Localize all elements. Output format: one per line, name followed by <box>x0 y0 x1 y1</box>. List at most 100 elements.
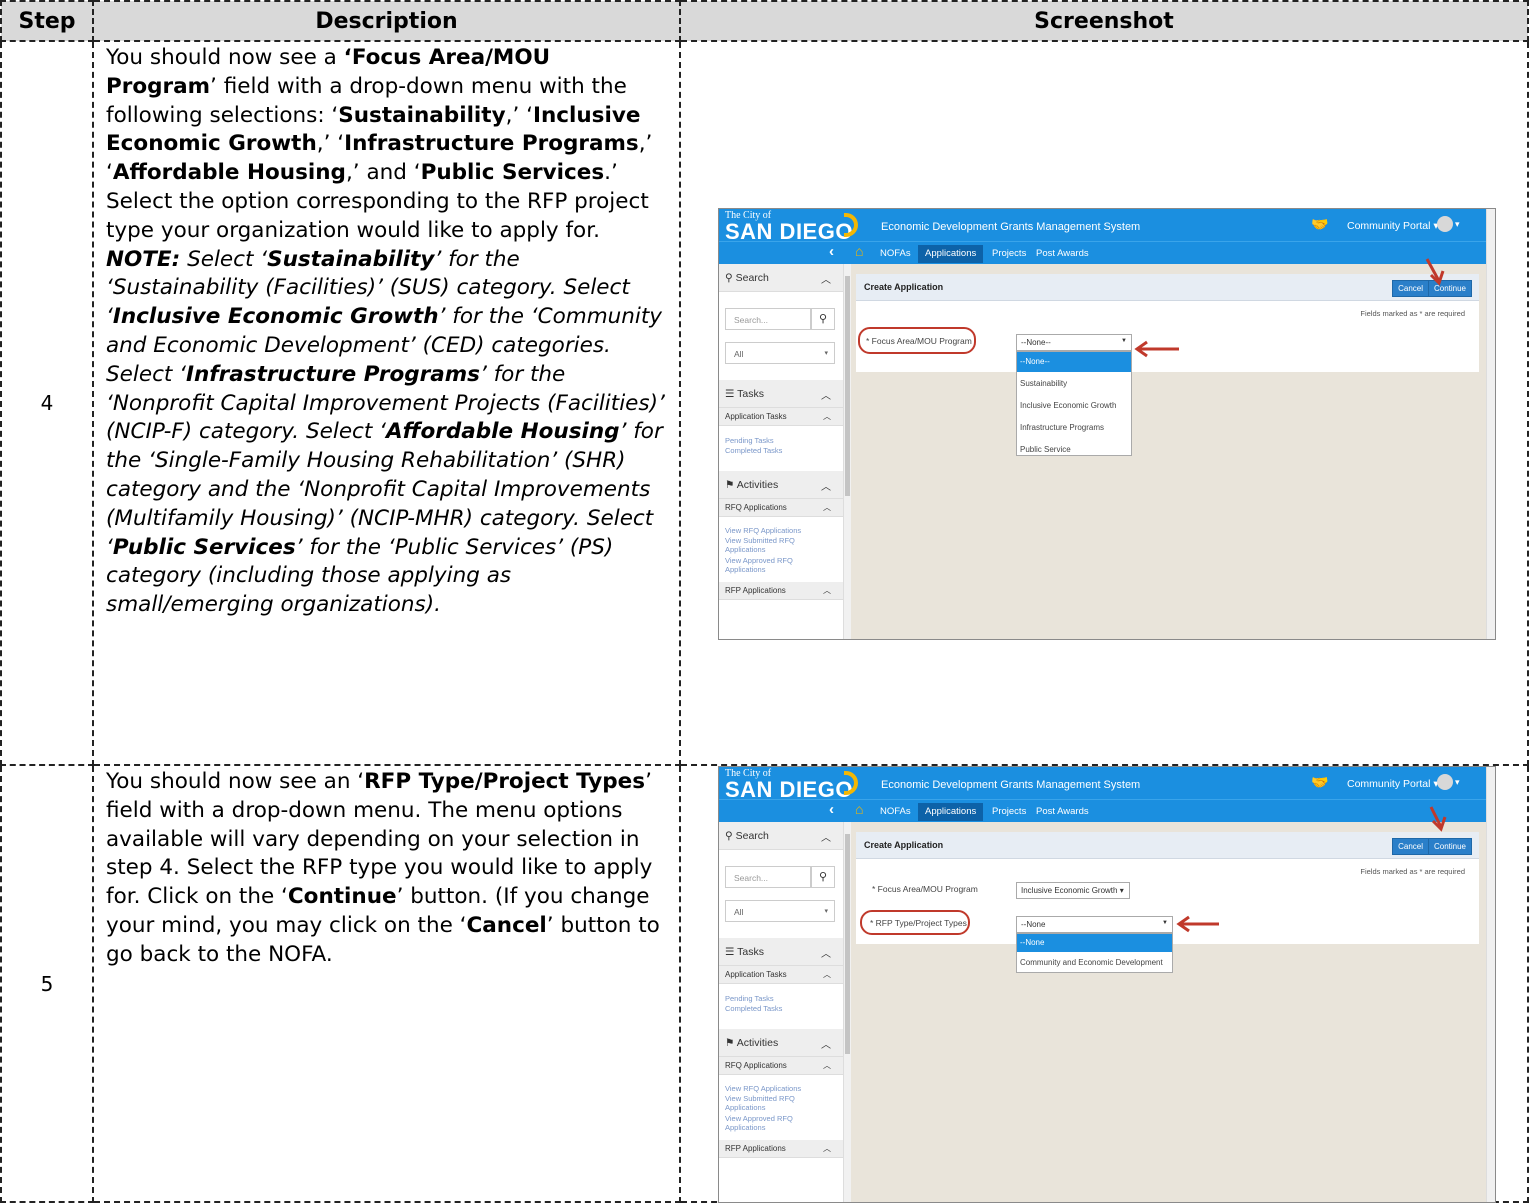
screenshot-cell: The City of SAN DIEGO Economic Developme… <box>679 764 1529 1203</box>
sidebar-link-view-rfq[interactable]: View RFQ Applications <box>725 526 801 535</box>
required-note: Fields marked as * are required <box>1360 867 1465 876</box>
rfp-type-select[interactable]: --None ▼ <box>1016 916 1173 933</box>
focus-area-select[interactable]: --None-- ▼ <box>1016 334 1132 351</box>
sidebar-tasks-header[interactable]: ☰ Tasks ︿ <box>719 380 843 408</box>
cancel-button[interactable]: Cancel <box>1392 280 1429 297</box>
cancel-button[interactable]: Cancel <box>1392 838 1429 855</box>
step-description: You should now see an ‘RFP Type/Project … <box>92 764 681 1203</box>
sidebar-link-pending[interactable]: Pending Tasks <box>725 994 774 1003</box>
panel-title: Create Application <box>864 282 944 292</box>
logo-sun-icon <box>844 213 858 237</box>
tab-applications[interactable]: Applications <box>918 245 984 263</box>
back-chevron-icon[interactable]: ‹ <box>829 243 834 260</box>
sidebar: ⚲ Search ︿ Search... ⚲ All ▾ ☰ Tasks ︿ Appl… <box>719 822 843 1202</box>
community-portal-menu[interactable]: Community Portal ▾ <box>1347 220 1439 232</box>
search-icon[interactable]: ⚲ <box>811 308 835 330</box>
sidebar-link-completed[interactable]: Completed Tasks <box>725 1004 782 1013</box>
home-icon[interactable]: ⌂ <box>855 801 863 817</box>
back-chevron-icon[interactable]: ‹ <box>829 801 834 818</box>
user-caret-icon[interactable]: ▾ <box>1455 777 1460 788</box>
create-application-panel: Create Application Cancel Continue Field… <box>856 274 1479 372</box>
user-avatar-icon[interactable] <box>1437 774 1453 790</box>
app-screenshot: The City of SAN DIEGO Economic Developme… <box>718 766 1496 1203</box>
required-note: Fields marked as * are required <box>1360 309 1465 318</box>
sidebar-app-tasks[interactable]: Application Tasks ︿ <box>719 408 843 426</box>
sidebar-scrollbar[interactable] <box>843 822 851 1202</box>
sidebar-scrollbar[interactable] <box>843 264 851 639</box>
tab-post-awards[interactable]: Post Awards <box>1029 803 1096 821</box>
sidebar-link-completed[interactable]: Completed Tasks <box>725 446 782 455</box>
sidebar-link-view-submitted[interactable]: View Submitted RFQ Applications <box>725 536 815 554</box>
main-content: Create Application Cancel Continue Field… <box>851 264 1487 639</box>
focus-area-select[interactable]: Inclusive Economic Growth ▾ <box>1016 882 1130 899</box>
dropdown-option[interactable]: Community and Economic Development <box>1017 954 1172 972</box>
instruction-document: Step Description Screenshot 4 You should… <box>0 0 1529 1203</box>
dropdown-option[interactable]: Inclusive Economic Growth <box>1017 396 1131 416</box>
sidebar-search-input[interactable]: Search... <box>725 866 811 888</box>
table-header-row: Step Description Screenshot <box>0 0 1529 42</box>
sidebar-rfq-applications[interactable]: RFQ Applications ︿ <box>719 499 843 517</box>
focus-area-dropdown: --None-- Sustainability Inclusive Econom… <box>1016 351 1132 456</box>
app-header: The City of SAN DIEGO Economic Developme… <box>719 209 1495 244</box>
sidebar-filter-select[interactable]: All ▾ <box>725 342 835 364</box>
sidebar-activities-header[interactable]: ⚑ Activities ︿ <box>719 1029 843 1057</box>
rfp-type-dropdown: --None Community and Economic Developmen… <box>1016 933 1173 973</box>
sidebar-rfq-applications[interactable]: RFQ Applications ︿ <box>719 1057 843 1075</box>
table-row-step-5: 5 You should now see an ‘RFP Type/Projec… <box>0 764 1529 1203</box>
sidebar-link-view-approved[interactable]: View Approved RFQ Applications <box>725 556 815 574</box>
sidebar-search-header[interactable]: ⚲ Search ︿ <box>719 822 843 850</box>
sidebar: ⚲ Search ︿ Search... ⚲ All ▾ ☰ Tasks ︿ Appl… <box>719 264 843 639</box>
sidebar-activities-header[interactable]: ⚑ Activities ︿ <box>719 471 843 499</box>
app-header: The City of SAN DIEGO Economic Developme… <box>719 767 1495 802</box>
table-row-step-4: 4 You should now see a ‘Focus Area/MOU P… <box>0 40 1529 766</box>
dropdown-option[interactable]: --None <box>1017 934 1172 952</box>
app-scrollbar[interactable] <box>1486 767 1495 1202</box>
sidebar-rfp-applications[interactable]: RFP Applications ︿ <box>719 1140 843 1158</box>
system-title: Economic Development Grants Management S… <box>881 779 1141 791</box>
dropdown-option[interactable]: --None-- <box>1017 352 1131 372</box>
sidebar-link-view-rfq[interactable]: View RFQ Applications <box>725 1084 801 1093</box>
dropdown-option[interactable]: Infrastructure Programs <box>1017 418 1131 438</box>
community-portal-menu[interactable]: Community Portal ▾ <box>1347 778 1439 790</box>
user-avatar-icon[interactable] <box>1437 216 1453 232</box>
sidebar-link-pending[interactable]: Pending Tasks <box>725 436 774 445</box>
sidebar-filter-select[interactable]: All ▾ <box>725 900 835 922</box>
app-nav-bar: ‹ ⌂ <box>719 799 1495 822</box>
sidebar-app-tasks[interactable]: Application Tasks ︿ <box>719 966 843 984</box>
sidebar-search-header[interactable]: ⚲ Search ︿ <box>719 264 843 292</box>
continue-button[interactable]: Continue <box>1427 280 1472 297</box>
focus-area-label: * Focus Area/MOU Program <box>872 884 978 894</box>
screenshot-cell: The City of SAN DIEGO Economic Developme… <box>679 40 1529 766</box>
logo-sun-icon <box>844 771 858 795</box>
sidebar-tasks-header[interactable]: ☰ Tasks ︿ <box>719 938 843 966</box>
sidebar-link-view-approved[interactable]: View Approved RFQ Applications <box>725 1114 815 1132</box>
tab-nofas[interactable]: NOFAs <box>873 245 918 263</box>
annotation-oval <box>860 910 970 935</box>
handshake-icon: 🤝 <box>1311 774 1329 790</box>
step-description: You should now see a ‘Focus Area/MOU Pro… <box>92 40 681 766</box>
search-icon[interactable]: ⚲ <box>811 866 835 888</box>
dropdown-option[interactable]: Public Service <box>1017 440 1131 460</box>
handshake-icon: 🤝 <box>1311 216 1329 232</box>
tab-projects[interactable]: Projects <box>985 245 1033 263</box>
panel-title: Create Application <box>864 840 944 850</box>
annotation-oval <box>858 327 976 354</box>
header-description: Description <box>92 0 681 42</box>
home-icon[interactable]: ⌂ <box>855 243 863 259</box>
user-caret-icon[interactable]: ▾ <box>1455 219 1460 230</box>
tab-projects[interactable]: Projects <box>985 803 1033 821</box>
system-title: Economic Development Grants Management S… <box>881 221 1141 233</box>
app-scrollbar[interactable] <box>1486 209 1495 639</box>
tab-nofas[interactable]: NOFAs <box>873 803 918 821</box>
steps-table: Step Description Screenshot 4 You should… <box>0 0 1529 1203</box>
dropdown-option[interactable]: Sustainability <box>1017 374 1131 394</box>
header-screenshot: Screenshot <box>679 0 1529 42</box>
step-number: 5 <box>0 764 94 1203</box>
sidebar-search-input[interactable]: Search... <box>725 308 811 330</box>
sidebar-link-view-submitted[interactable]: View Submitted RFQ Applications <box>725 1094 815 1112</box>
continue-button[interactable]: Continue <box>1427 838 1472 855</box>
tab-post-awards[interactable]: Post Awards <box>1029 245 1096 263</box>
tab-applications[interactable]: Applications <box>918 803 984 821</box>
sidebar-rfp-applications[interactable]: RFP Applications ︿ <box>719 582 843 600</box>
panel-header: Create Application Cancel Continue <box>856 274 1479 301</box>
